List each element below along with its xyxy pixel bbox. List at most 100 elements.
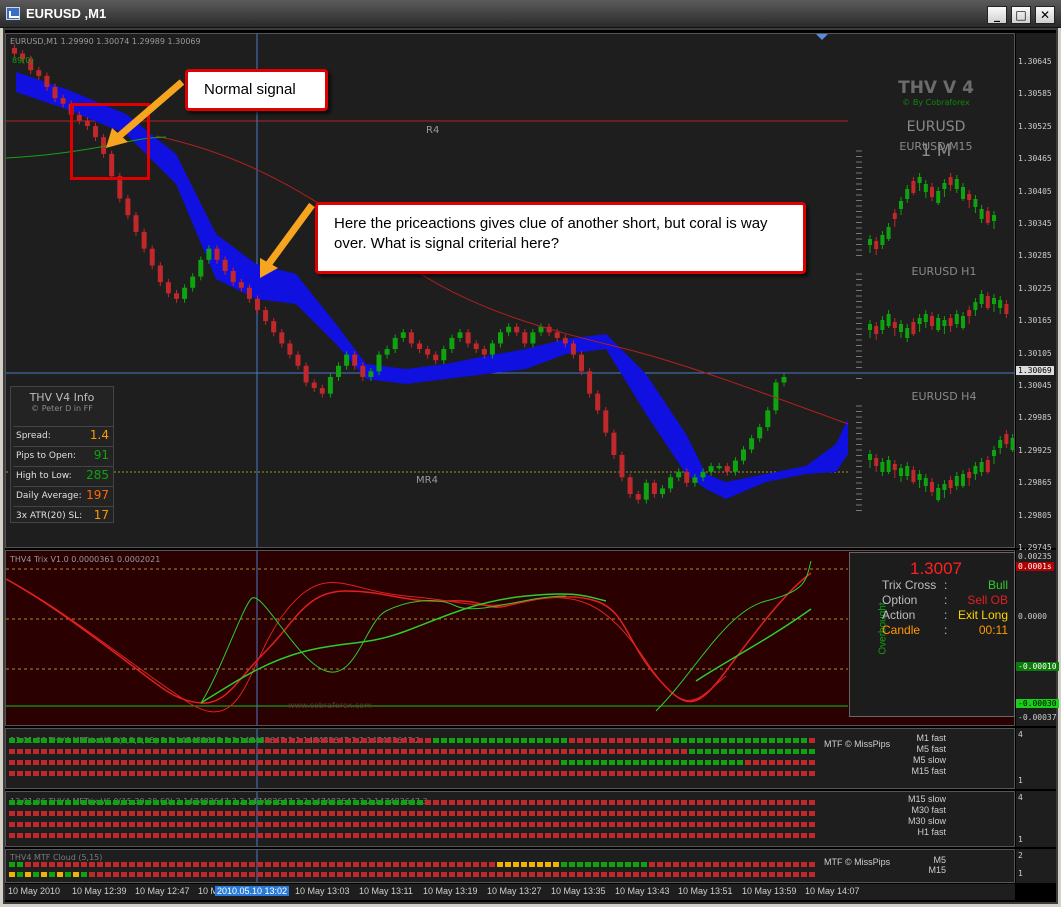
mtf-block: [481, 760, 487, 765]
mtf-block: [321, 800, 327, 805]
main-price-pane[interactable]: R4 MR4 EURUSD,M1 1.29990 1.30074 1.29989…: [5, 33, 1015, 548]
mtf-block: [145, 800, 151, 805]
mtf-block: [681, 771, 687, 776]
candle-body: [408, 332, 414, 344]
mtf-block: [721, 862, 727, 867]
mtf-block: [41, 800, 47, 805]
mtf-block: [401, 822, 407, 827]
mtf-block: [633, 760, 639, 765]
mtf-block: [521, 872, 527, 877]
mtf-block: [697, 862, 703, 867]
mtf-block: [233, 833, 239, 838]
mtf-block: [265, 811, 271, 816]
mtf-block: [529, 760, 535, 765]
mtf-block: [537, 760, 543, 765]
mtf-block: [657, 811, 663, 816]
mtf-block: [257, 760, 263, 765]
mtf-block: [273, 811, 279, 816]
mtf-block: [457, 811, 463, 816]
info-title: THV V4 Info: [29, 391, 95, 404]
mtf-block: [369, 811, 375, 816]
candle-body: [60, 98, 66, 104]
mtf-block: [193, 771, 199, 776]
mtf-block: [409, 760, 415, 765]
mtf-block: [521, 862, 527, 867]
time-axis[interactable]: 10 May 2010 10 May 12:39 10 May 12:47 10 M1…: [5, 884, 1015, 900]
candle-body: [465, 332, 471, 344]
mtf-block: [593, 771, 599, 776]
mtf-block: [441, 800, 447, 805]
mtf-block: [337, 872, 343, 877]
mtf-block: [521, 822, 527, 827]
mtf-block: [193, 760, 199, 765]
mtf-block: [393, 872, 399, 877]
mtf-block: [449, 738, 455, 743]
mtf-block: [721, 811, 727, 816]
mtf-block: [41, 749, 47, 754]
mtf-trix-pane-2[interactable]: 13:01:06 THV4 MFTrix V6.0(15,30,30,60) 2…: [5, 791, 1015, 847]
mtf-block: [89, 771, 95, 776]
mtf-block: [785, 771, 791, 776]
price-scale[interactable]: 1.30645 1.30585 1.30525 1.30465 1.30405 1.303…: [1016, 33, 1056, 552]
mtf-block: [241, 749, 247, 754]
mtf-block: [377, 872, 383, 877]
mtf-block: [761, 800, 767, 805]
info-row-value: 285: [86, 468, 109, 482]
mtf-block: [169, 862, 175, 867]
mtf-block: [753, 872, 759, 877]
mtf-block: [505, 800, 511, 805]
mtf-block: [257, 833, 263, 838]
mtf-trix-pane-1[interactable]: 13:01:06 THV4 MFTrix V6.0(1,5,5,15) 3 2.…: [5, 728, 1015, 789]
maximize-button[interactable]: □: [1011, 6, 1031, 24]
candle-body: [603, 410, 609, 433]
mtf-block: [361, 872, 367, 877]
mtf-block: [545, 862, 551, 867]
mtf-block: [369, 800, 375, 805]
mtf-block: [169, 738, 175, 743]
mtf-block: [553, 833, 559, 838]
mtf-block: [769, 811, 775, 816]
mtf-block: [617, 862, 623, 867]
mtf-block: [313, 872, 319, 877]
mtf-block: [297, 760, 303, 765]
trix-red-line: [6, 572, 812, 704]
trix-scale-zero: 0.0000: [1018, 612, 1047, 621]
mtf-block: [345, 811, 351, 816]
mtf-block: [633, 822, 639, 827]
trix-signal-label: Option: [882, 593, 918, 607]
trix-scale-bottom_box: -0.00030: [1016, 699, 1059, 708]
close-button[interactable]: ✕: [1035, 6, 1055, 24]
minimize-button[interactable]: _: [987, 6, 1007, 24]
mtf-block: [265, 800, 271, 805]
mtf-block: [689, 800, 695, 805]
mtf-block: [753, 771, 759, 776]
mtf-cloud-pane[interactable]: THV4 MTF Cloud (5,15) MTF © MissPips M5 M…: [5, 849, 1015, 883]
mtf-block: [697, 738, 703, 743]
mtf-block: [689, 738, 695, 743]
mtf-block: [705, 872, 711, 877]
mtf-block: [289, 872, 295, 877]
shift-marker: [816, 34, 828, 40]
mtf-block: [697, 771, 703, 776]
mtf-block: [657, 822, 663, 827]
mtf-block: [233, 760, 239, 765]
mtf-block: [113, 872, 119, 877]
mtf-block: [177, 833, 183, 838]
mtf-block: [393, 800, 399, 805]
mini-label-h4: EURUSD H4: [911, 390, 977, 403]
mtf-block: [73, 800, 79, 805]
mtf-block: [289, 811, 295, 816]
mtf-block: [433, 822, 439, 827]
mtf-block: [201, 738, 207, 743]
mtf-block: [17, 872, 23, 877]
mtf-block: [193, 811, 199, 816]
mtf-block: [177, 862, 183, 867]
mtf-block: [89, 749, 95, 754]
mtf2-label: M15 slow: [907, 794, 946, 804]
trix-signal-green: [200, 560, 812, 712]
mtf-block: [441, 822, 447, 827]
mtf-block: [617, 760, 623, 765]
mtf-block: [169, 833, 175, 838]
mtf-block: [377, 833, 383, 838]
price-tick: 1.30345: [1018, 219, 1052, 228]
